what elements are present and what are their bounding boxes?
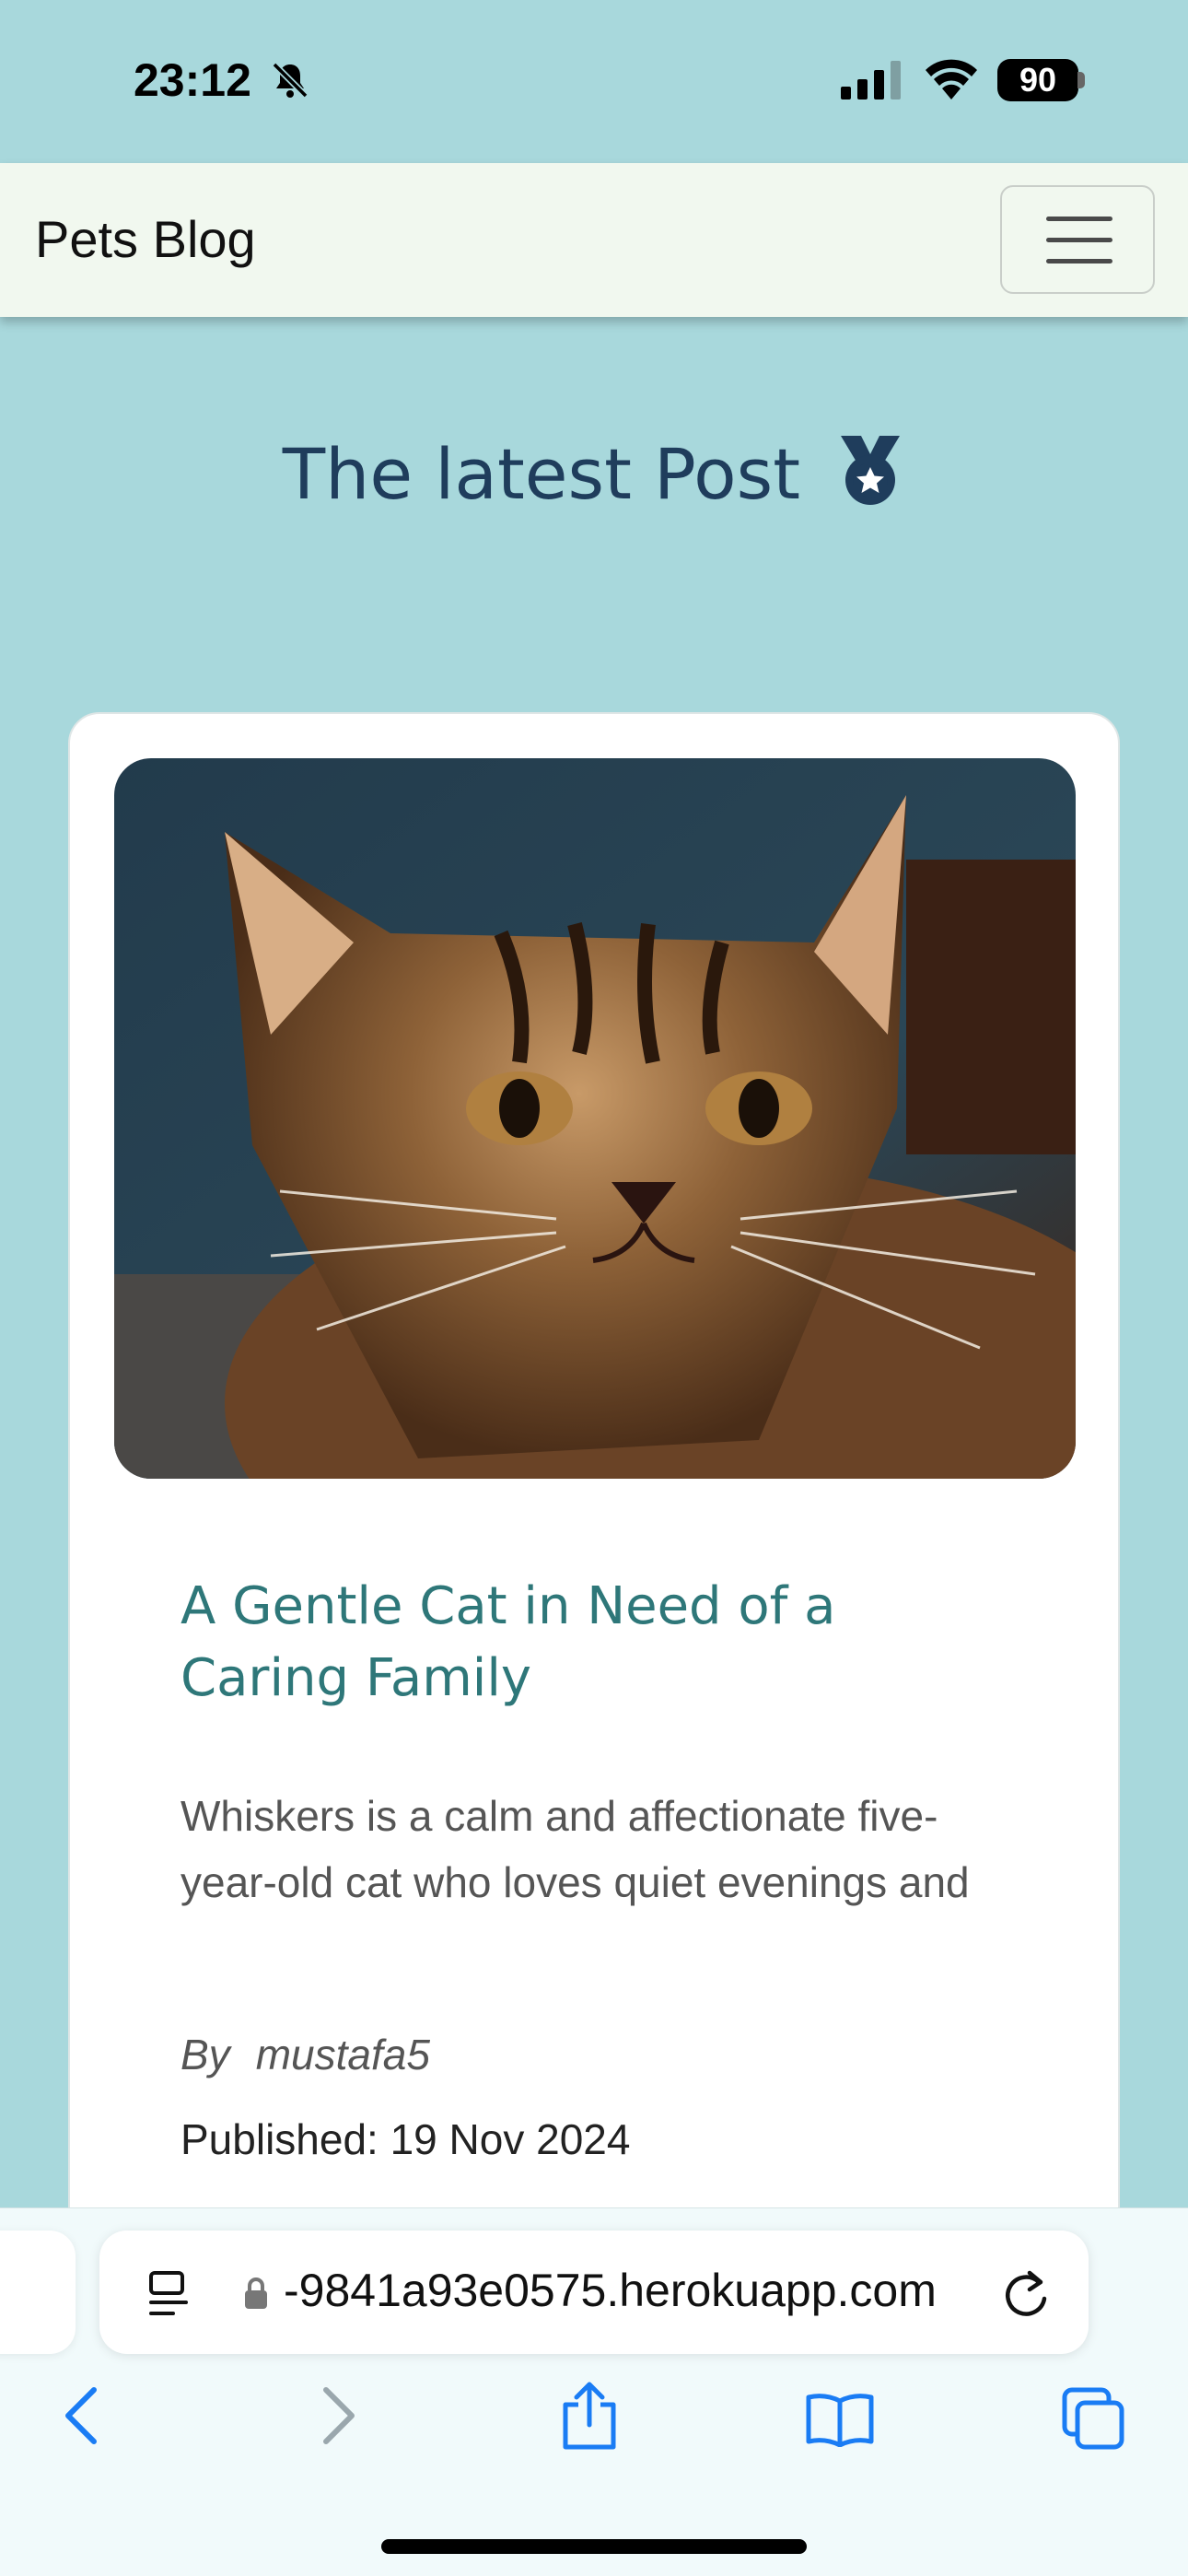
page-heading: The latest Post bbox=[0, 433, 1188, 515]
home-indicator[interactable] bbox=[381, 2539, 807, 2554]
tabs-icon[interactable] bbox=[1061, 2386, 1125, 2451]
menu-toggle-button[interactable] bbox=[1000, 185, 1155, 294]
previous-tab-preview[interactable] bbox=[0, 2231, 76, 2354]
battery-cap bbox=[1077, 72, 1085, 88]
hamburger-icon bbox=[1046, 217, 1112, 221]
share-icon[interactable] bbox=[558, 2381, 621, 2451]
page-heading-text: The latest Post bbox=[282, 433, 801, 515]
hamburger-icon-middle bbox=[1046, 238, 1112, 242]
post-date: Published: 19 Nov 2024 bbox=[181, 2115, 631, 2163]
forward-icon[interactable] bbox=[319, 2386, 359, 2445]
brand-link[interactable]: Pets Blog bbox=[35, 209, 256, 269]
post-author: By mustafa5 bbox=[181, 2030, 430, 2079]
post-excerpt: Whiskers is a calm and affectionate five… bbox=[181, 1792, 970, 1906]
post-title[interactable]: A Gentle Cat in Need of a Caring Family bbox=[181, 1571, 1009, 1715]
status-time: 23:12 bbox=[134, 54, 251, 106]
bell-slash-icon bbox=[272, 62, 309, 99]
reload-icon[interactable] bbox=[1002, 2267, 1052, 2321]
signal-icon bbox=[841, 61, 901, 100]
battery-icon: 90 bbox=[997, 59, 1078, 101]
url-text[interactable]: -9841a93e0575.herokuapp.com bbox=[284, 2264, 937, 2317]
post-card[interactable]: A Gentle Cat in Need of a Caring Family … bbox=[68, 712, 1120, 2278]
address-bar[interactable]: -9841a93e0575.herokuapp.com bbox=[99, 2231, 1089, 2354]
cat-photo[interactable] bbox=[114, 758, 1076, 1479]
back-icon[interactable] bbox=[61, 2386, 101, 2445]
author-name: mustafa5 bbox=[255, 2031, 430, 2078]
status-bar: 23:12 90 bbox=[0, 0, 1188, 163]
wifi-icon bbox=[926, 59, 977, 100]
hamburger-icon-bottom bbox=[1046, 259, 1112, 263]
lock-icon bbox=[245, 2277, 267, 2309]
medal-icon bbox=[841, 436, 901, 505]
author-prefix: By bbox=[181, 2031, 230, 2078]
bookmarks-icon[interactable] bbox=[805, 2392, 875, 2447]
reader-icon[interactable] bbox=[147, 2271, 192, 2319]
navbar: Pets Blog bbox=[0, 163, 1188, 317]
